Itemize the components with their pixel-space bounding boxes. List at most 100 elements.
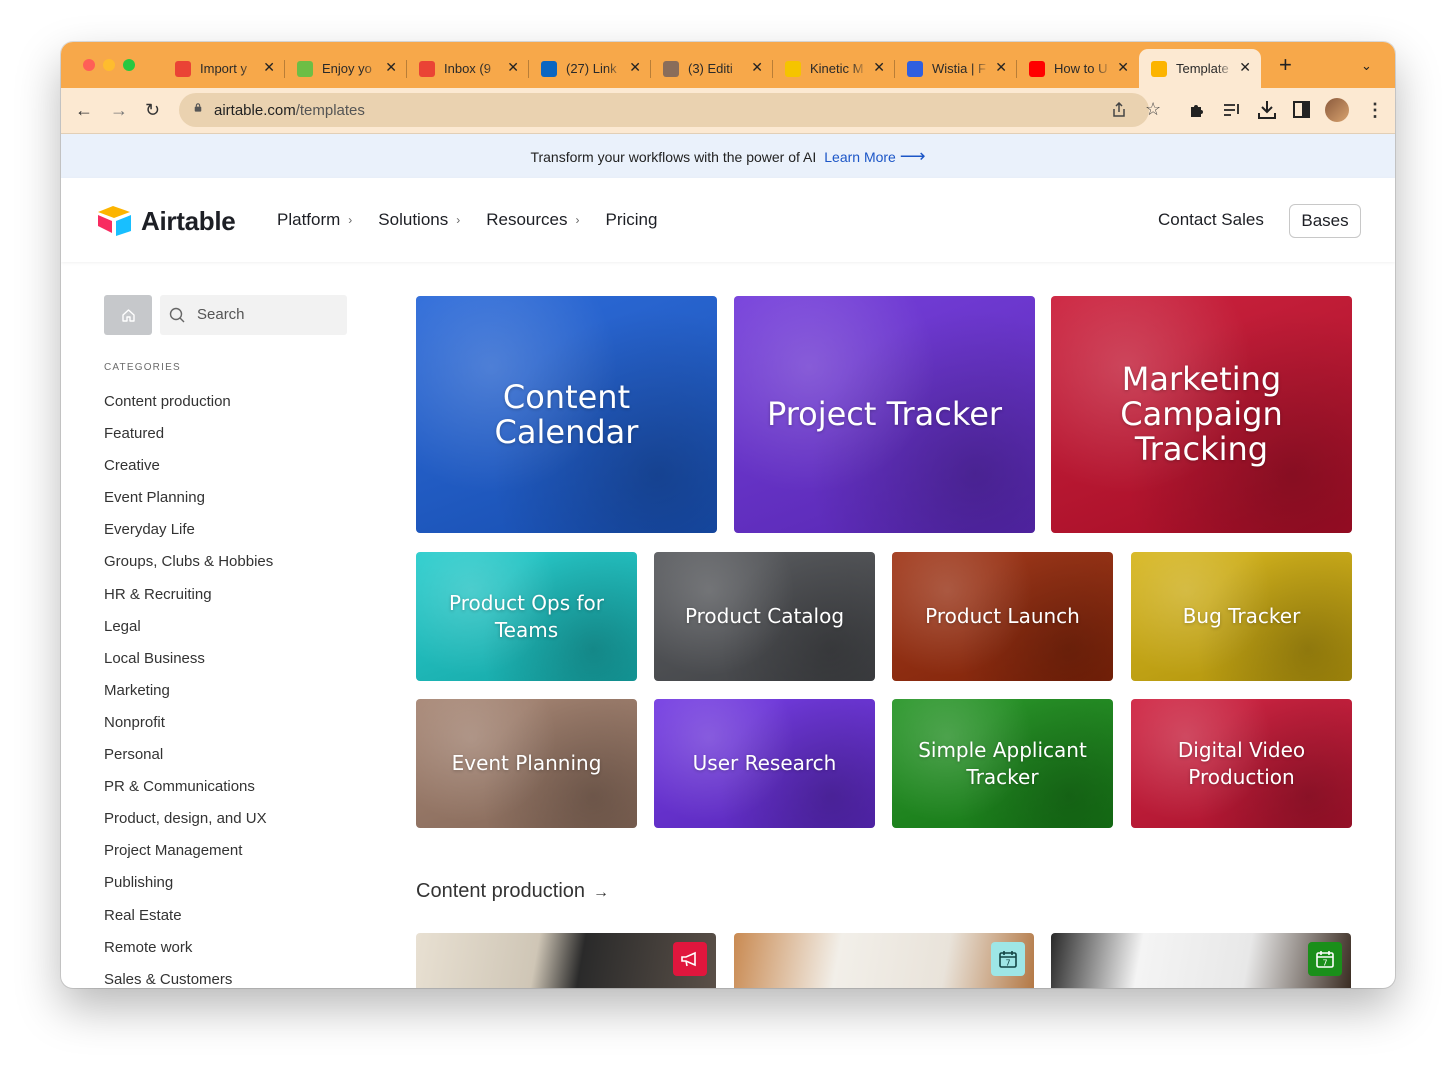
tab-strip: Import y ✕ Enjoy yo ✕ Inbox (9 ✕ (27) Link ✕ (3)… (61, 42, 1395, 88)
close-tab-icon[interactable]: ✕ (629, 59, 641, 76)
learn-more-link[interactable]: Learn More ⟶ (824, 146, 926, 166)
search-input[interactable]: Search (160, 295, 347, 335)
close-tab-icon[interactable]: ✕ (995, 59, 1007, 76)
back-arrow-icon[interactable]: ← (75, 99, 93, 121)
template-card[interactable]: Digital Video Production (1131, 699, 1352, 828)
chevron-right-icon: › (575, 213, 580, 227)
browser-tab[interactable]: Kinetic M ✕ (773, 49, 895, 88)
browser-tab[interactable]: Import y ✕ (163, 49, 285, 88)
category-item[interactable]: Creative (104, 455, 273, 487)
kebab-menu-icon[interactable]: ⋮ (1366, 99, 1384, 121)
category-item[interactable]: Everyday Life (104, 519, 273, 551)
template-card[interactable]: User Research (654, 699, 875, 828)
category-item[interactable]: Featured (104, 423, 273, 455)
template-thumbnail[interactable]: 7 (734, 933, 1034, 988)
browser-tab[interactable]: (3) Editi ✕ (651, 49, 773, 88)
linkedin-icon (541, 60, 557, 77)
reload-icon[interactable]: ↻ (145, 99, 160, 121)
category-item[interactable]: Content production (104, 391, 273, 423)
template-card[interactable]: Event Planning (416, 699, 637, 828)
category-item[interactable]: Publishing (104, 872, 273, 904)
close-tab-icon[interactable]: ✕ (385, 59, 397, 76)
extensions-puzzle-icon[interactable] (1189, 102, 1206, 119)
browser-window: Import y ✕ Enjoy yo ✕ Inbox (9 ✕ (27) Link ✕ (3)… (61, 42, 1395, 988)
home-icon (121, 308, 135, 322)
url-host: airtable.com (214, 102, 296, 119)
reading-list-icon[interactable] (1223, 102, 1241, 118)
profile-avatar[interactable] (1325, 98, 1349, 122)
forward-arrow-icon[interactable]: → (110, 99, 128, 121)
browser-tab[interactable]: How to U ✕ (1017, 49, 1139, 88)
airtable-logo-icon (98, 206, 131, 236)
template-card-title: Product Catalog (684, 604, 845, 628)
zoom-window-button[interactable] (123, 59, 135, 71)
category-item[interactable]: Marketing (104, 680, 273, 712)
share-icon[interactable] (1112, 102, 1126, 118)
side-panel-icon[interactable] (1293, 101, 1310, 118)
template-card[interactable]: Product Catalog (654, 552, 875, 681)
home-button[interactable] (104, 295, 152, 335)
close-tab-icon[interactable]: ✕ (263, 59, 275, 76)
template-card[interactable]: Content Calendar (416, 296, 717, 533)
category-item[interactable]: Sales & Customers (104, 969, 273, 988)
category-item[interactable]: HR & Recruiting (104, 584, 273, 616)
template-card-title: Product Ops for Teams (448, 590, 604, 642)
airtable-logo[interactable]: Airtable (97, 205, 236, 237)
banner-text: Transform your workflows with the power … (530, 149, 817, 165)
bookmark-star-icon[interactable]: ☆ (1145, 99, 1161, 120)
category-item[interactable]: Event Planning (104, 487, 273, 519)
download-icon[interactable] (1258, 100, 1276, 119)
template-card[interactable]: Project Tracker (734, 296, 1035, 533)
tab-title: (27) Link (566, 61, 617, 76)
template-card-title: Product Launch (925, 604, 1080, 628)
category-item[interactable]: Product, design, and UX (104, 808, 273, 840)
browser-tab[interactable]: Inbox (9 ✕ (407, 49, 529, 88)
category-item[interactable]: Groups, Clubs & Hobbies (104, 551, 273, 583)
browser-tab[interactable]: Enjoy yo ✕ (285, 49, 407, 88)
template-card[interactable]: Product Launch (892, 552, 1113, 681)
close-tab-icon[interactable]: ✕ (873, 59, 885, 76)
template-card[interactable]: Marketing Campaign Tracking (1051, 296, 1352, 533)
youtube-icon (1029, 60, 1045, 77)
category-item[interactable]: PR & Communications (104, 776, 273, 808)
close-window-button[interactable] (83, 59, 95, 71)
category-item[interactable]: Project Management (104, 840, 273, 872)
tab-list: Import y ✕ Enjoy yo ✕ Inbox (9 ✕ (27) Link ✕ (3)… (163, 49, 1261, 88)
new-tab-button[interactable]: + (1279, 54, 1292, 76)
nav-item-pricing[interactable]: Pricing (606, 210, 658, 230)
browser-tab[interactable]: Wistia | F ✕ (895, 49, 1017, 88)
nav-item-platform[interactable]: Platform › (277, 210, 352, 230)
contact-sales-link[interactable]: Contact Sales (1158, 210, 1264, 230)
template-card[interactable]: Simple Applicant Tracker (892, 699, 1113, 828)
category-item[interactable]: Personal (104, 744, 273, 776)
close-tab-icon[interactable]: ✕ (1117, 59, 1129, 76)
browser-tab[interactable]: (27) Link ✕ (529, 49, 651, 88)
browser-tab[interactable]: Template ✕ (1139, 49, 1261, 88)
tab-search-chevron-icon[interactable]: ⌄ (1361, 58, 1372, 74)
arrow-right-icon: ⟶ (899, 146, 926, 166)
nav-item-solutions[interactable]: Solutions › (378, 210, 460, 230)
tab-title: Import y (200, 61, 247, 76)
close-tab-icon[interactable]: ✕ (507, 59, 519, 76)
close-tab-icon[interactable]: ✕ (751, 59, 763, 76)
category-item[interactable]: Remote work (104, 937, 273, 969)
template-card[interactable]: Product Ops for Teams (416, 552, 637, 681)
address-bar[interactable]: airtable.com/templates ☆ (179, 93, 1161, 127)
category-item[interactable]: Real Estate (104, 905, 273, 937)
bhn-icon (297, 60, 313, 77)
profile-icon (663, 60, 679, 77)
category-item[interactable]: Local Business (104, 648, 273, 680)
template-card-title: User Research (692, 751, 837, 775)
site-header: Airtable Platform › Solutions › Resources › Pr… (61, 178, 1395, 262)
section-title[interactable]: Content production → (416, 880, 609, 903)
bases-button[interactable]: Bases (1289, 204, 1361, 238)
category-item[interactable]: Nonprofit (104, 712, 273, 744)
template-thumbnail[interactable]: 7 (1051, 933, 1351, 988)
arrow-right-icon: → (593, 884, 610, 901)
close-tab-icon[interactable]: ✕ (1239, 59, 1251, 76)
minimize-window-button[interactable] (103, 59, 115, 71)
category-item[interactable]: Legal (104, 616, 273, 648)
template-card[interactable]: Bug Tracker (1131, 552, 1352, 681)
template-thumbnail[interactable] (416, 933, 716, 988)
nav-item-resources[interactable]: Resources › (486, 210, 579, 230)
